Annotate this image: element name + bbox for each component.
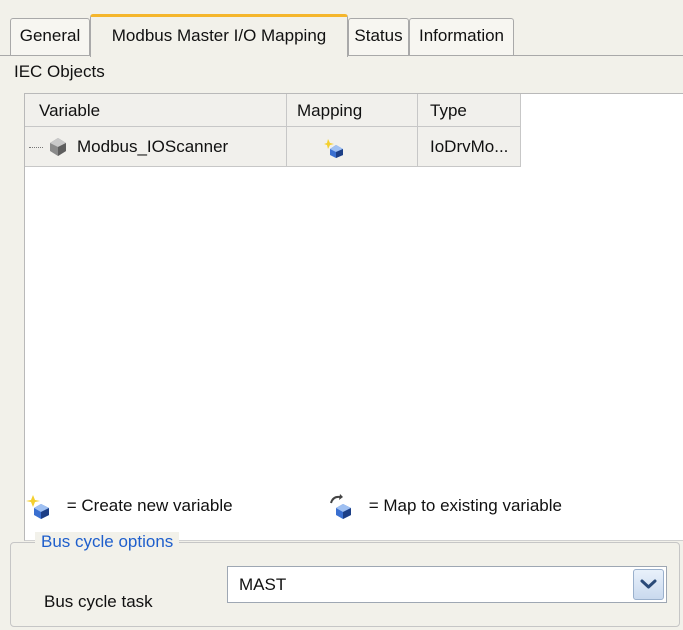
legend-create-text: = Create new variable	[66, 496, 233, 515]
bus-cycle-task-value: MAST	[239, 575, 287, 594]
tab-information[interactable]: Information	[409, 18, 514, 55]
bus-cycle-options-title: Bus cycle options	[35, 532, 180, 552]
tab-status[interactable]: Status	[348, 18, 409, 55]
column-header-mapping[interactable]: Mapping	[287, 94, 418, 127]
map-existing-variable-icon	[330, 493, 351, 519]
module-icon	[50, 138, 66, 156]
table-row-mapping-cell[interactable]	[287, 127, 418, 167]
bus-cycle-task-label: Bus cycle task	[44, 592, 153, 611]
io-mapping-panel: IEC Objects Variable Mapping Type Modbus…	[10, 56, 683, 630]
create-new-variable-icon	[26, 494, 49, 519]
create-new-variable-icon	[324, 139, 343, 158]
variable-name: Modbus_IOScanner	[77, 137, 229, 156]
tab-modbus-master-io-mapping[interactable]: Modbus Master I/O Mapping	[90, 14, 348, 57]
column-header-type[interactable]: Type	[418, 94, 521, 127]
column-header-variable[interactable]: Variable	[25, 94, 287, 127]
table-row-variable-cell[interactable]: Modbus_IOScanner	[25, 127, 287, 167]
tree-connector	[29, 147, 43, 148]
tab-strip: General Modbus Master I/O Mapping Status…	[0, 0, 683, 57]
legend-create-new-variable: = Create new variable	[26, 489, 233, 523]
dropdown-button[interactable]	[633, 569, 664, 600]
table-row-type-cell[interactable]: IoDrvMo...	[418, 127, 521, 167]
chevron-down-icon	[640, 579, 657, 589]
iec-objects-title: IEC Objects	[14, 62, 105, 81]
legend-map-text: = Map to existing variable	[368, 496, 562, 515]
bus-cycle-task-select[interactable]: MAST	[227, 566, 667, 603]
tab-general[interactable]: General	[10, 18, 90, 55]
legend-map-existing-variable: = Map to existing variable	[328, 489, 562, 523]
iec-objects-table[interactable]: Variable Mapping Type Modbus_IOScanner I…	[24, 93, 683, 541]
